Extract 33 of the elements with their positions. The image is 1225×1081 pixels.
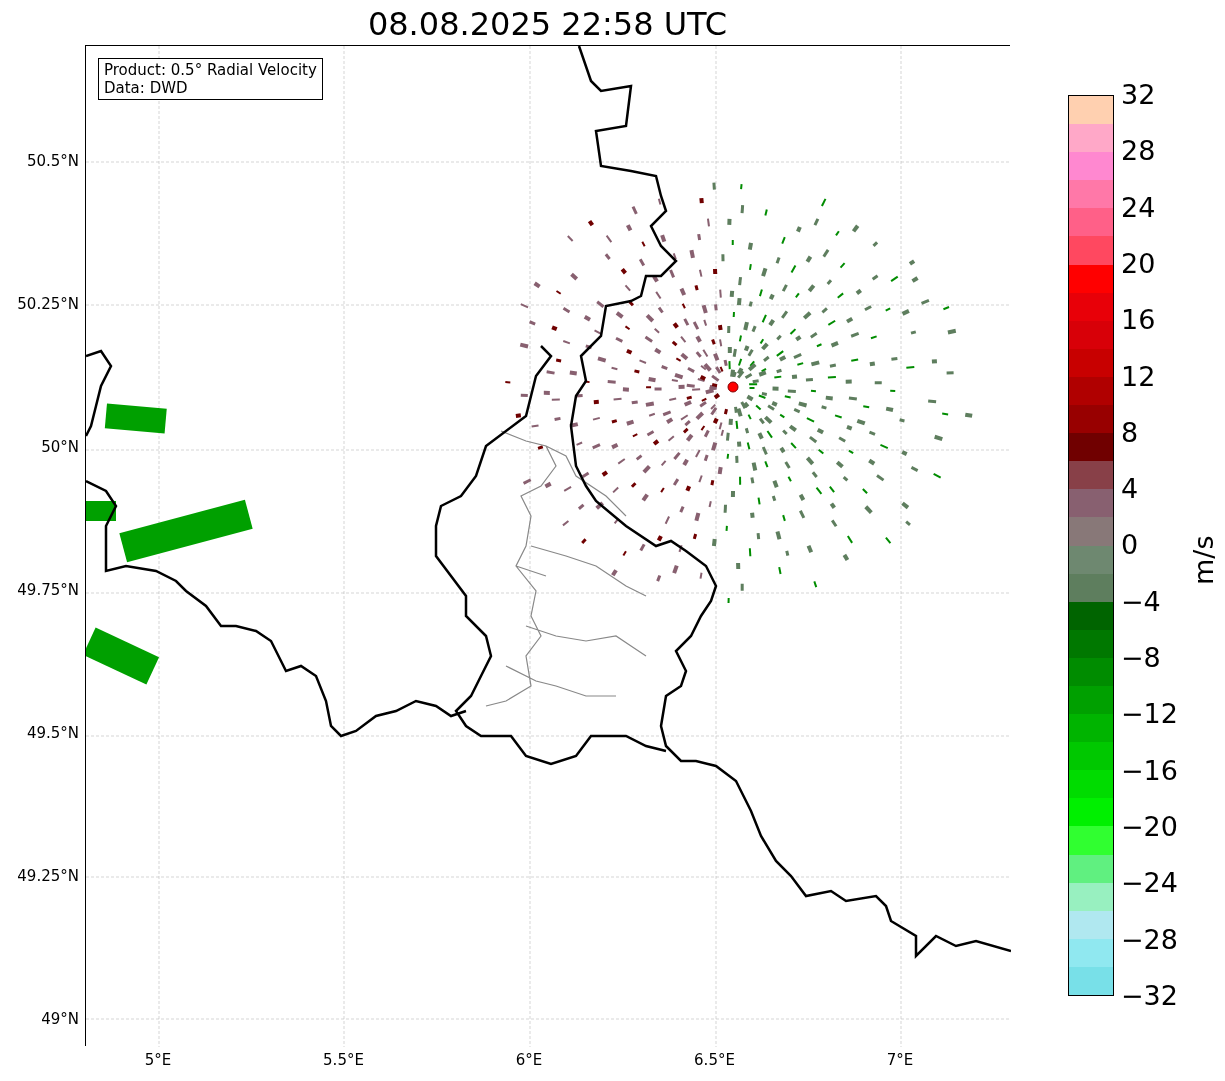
longitude-label: 7°E bbox=[885, 1051, 915, 1069]
chart-title: 08.08.2025 22:58 UTC bbox=[366, 4, 729, 44]
latitude-label: 50°N bbox=[41, 438, 79, 456]
colorbar-tick-label: −16 bbox=[1121, 754, 1178, 787]
colorbar-tick-label: 24 bbox=[1121, 191, 1156, 224]
colorbar-tick-label: 20 bbox=[1121, 247, 1156, 280]
latitude-label: 50.5°N bbox=[26, 152, 79, 170]
longitude-label: 6°E bbox=[514, 1051, 544, 1069]
longitude-label: 5°E bbox=[143, 1051, 173, 1069]
colorbar-tick-label: −28 bbox=[1121, 923, 1178, 956]
latitude-label: 49.5°N bbox=[26, 724, 79, 742]
colorbar-tick-label: 4 bbox=[1121, 473, 1139, 506]
colorbar-tick-label: −20 bbox=[1121, 810, 1178, 843]
latitude-label: 50.25°N bbox=[17, 295, 79, 313]
latitude-label: 49°N bbox=[41, 1010, 79, 1028]
colorbar-tick-label: −32 bbox=[1121, 979, 1178, 1012]
colorbar-tick-label: 28 bbox=[1121, 135, 1156, 168]
longitude-label: 5.5°E bbox=[322, 1051, 365, 1069]
latitude-label: 49.25°N bbox=[17, 867, 79, 885]
colorbar-tick-label: −24 bbox=[1121, 867, 1178, 900]
colorbar-tick-label: 16 bbox=[1121, 304, 1156, 337]
colorbar-tick-label: 8 bbox=[1121, 416, 1139, 449]
legend-text: Data: DWD bbox=[104, 79, 189, 97]
colorbar-tick-label: 0 bbox=[1121, 529, 1139, 562]
colorbar-tick-label: 12 bbox=[1121, 360, 1156, 393]
colorbar-tick-label: −12 bbox=[1121, 698, 1178, 731]
longitude-label: 6.5°E bbox=[693, 1051, 736, 1069]
colorbar-label: m/s bbox=[1188, 534, 1221, 587]
colorbar-tick-label: 32 bbox=[1121, 79, 1156, 111]
legend-text: Product: 0.5° Radial Velocity bbox=[104, 61, 317, 79]
colorbar-tick-label: −8 bbox=[1121, 642, 1161, 674]
latitude-label: 49.75°N bbox=[17, 581, 79, 599]
colorbar-tick-label: −4 bbox=[1121, 585, 1161, 618]
